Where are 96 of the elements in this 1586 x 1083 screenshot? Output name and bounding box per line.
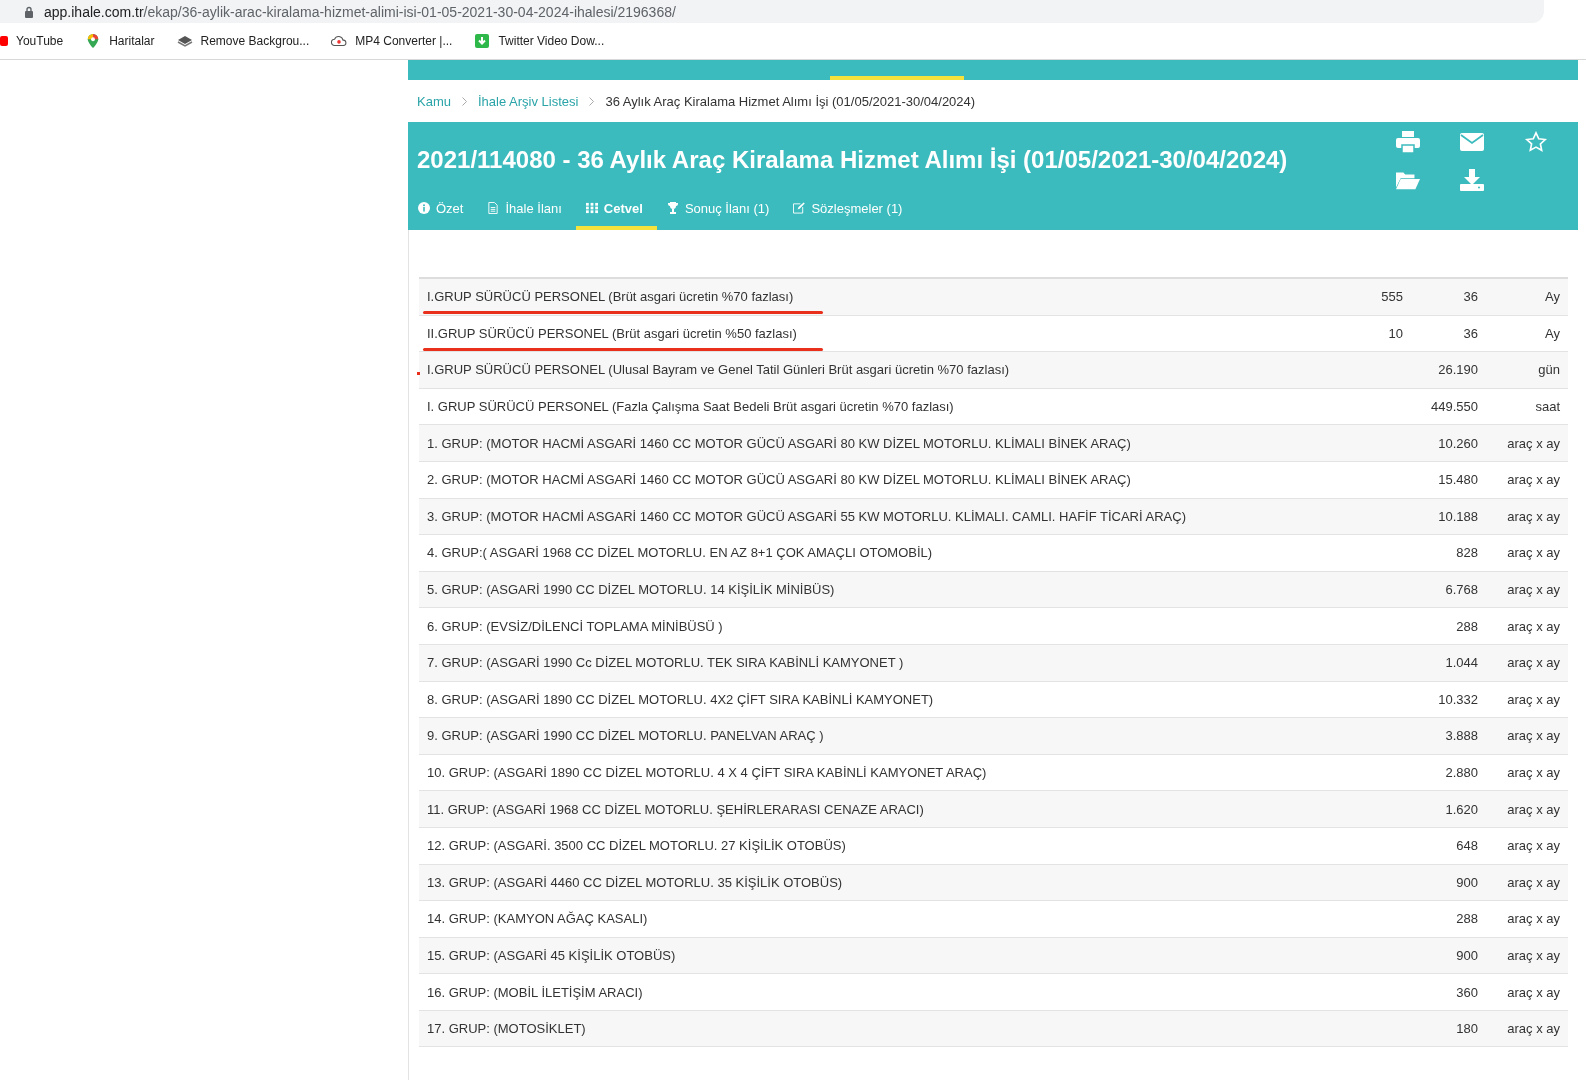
table-cell: 10. GRUP: (ASGARİ 1890 CC DİZEL MOTORLU. 4 X 4 ÇİFT SIRA KABİNLİ KAMYONET ARAÇ) [427, 765, 987, 780]
table-cell: 900 [1456, 874, 1478, 890]
table-cell: 288 [1456, 911, 1478, 927]
table-cell: araç x ay [1507, 728, 1560, 744]
table-cell: saat [1535, 399, 1560, 415]
download-icon [474, 34, 491, 48]
document-icon [487, 202, 500, 214]
table-cell: Ay [1545, 325, 1560, 341]
table-cell: 2.880 [1445, 765, 1478, 780]
table-cell: 1. GRUP: (MOTOR HACMİ ASGARİ 1460 CC MOTOR GÜCÜ ASGARİ 80 KW DİZEL MOTORLU. KLİMALI BİNEK ARAÇ) [427, 435, 1131, 451]
table-cell: araç x ay [1507, 911, 1560, 927]
table-cell: 14. GRUP: (KAMYON AĞAÇ KASALI) [427, 911, 648, 927]
table-cell: I.GRUP SÜRÜCÜ PERSONEL (Brüt asgari ücretin %70 fazlası) [427, 289, 794, 305]
table-cell: 10.332 [1438, 691, 1478, 707]
page-title: 2021/114080 - 36 Aylık Araç Kiralama Hizmet Alımı İşi (01/05/2021-30/04/2024) [417, 145, 1288, 175]
table-cell: 180 [1456, 1021, 1478, 1037]
table-cell: 10.188 [1438, 508, 1478, 524]
table-cell: 900 [1456, 948, 1478, 963]
breadcrumb-link[interactable]: Kamu [417, 93, 451, 109]
trophy-icon [666, 202, 679, 214]
edit-icon [793, 202, 806, 214]
bookmark[interactable]: Haritalar [85, 34, 155, 48]
tab[interactable]: Cetvel [575, 190, 657, 230]
table-cell: araç x ay [1507, 508, 1560, 524]
print-icon [1396, 131, 1420, 153]
table-cell: araç x ay [1507, 655, 1560, 671]
table-cell: araç x ay [1507, 691, 1560, 707]
layers-icon [176, 34, 193, 48]
table-cell: 17. GRUP: (MOTOSİKLET) [427, 1021, 586, 1037]
table-cell: 36 [1463, 325, 1478, 341]
table-cell: araç x ay [1507, 838, 1560, 854]
table-cell: 13. GRUP: (ASGARİ 4460 CC DİZEL MOTORLU. 35 KİŞİLİK OTOBÜS) [427, 874, 843, 890]
table-cell: 3. GRUP: (MOTOR HACMİ ASGARİ 1460 CC MOTOR GÜCÜ ASGARİ 55 KW MOTORLU. KLİMALI. CAMLI. HAFİF TİCARİ ARAÇ) [427, 508, 1186, 524]
table-cell: araç x ay [1507, 545, 1560, 561]
print-button[interactable] [1394, 128, 1422, 156]
table-cell: 9. GRUP: (ASGARİ 1990 CC DİZEL MOTORLU. PANELVAN ARAÇ ) [427, 728, 824, 744]
table-cell: araç x ay [1507, 984, 1560, 1000]
star-icon [1524, 131, 1548, 153]
table-cell: 449.550 [1431, 399, 1478, 415]
table-cell: I. GRUP SÜRÜCÜ PERSONEL (Fazla Çalışma Saat Bedeli Brüt asgari ücretin %70 fazlası) [427, 399, 954, 415]
table-cell: araç x ay [1507, 874, 1560, 890]
table-cell: araç x ay [1507, 472, 1560, 488]
table-cell: 10.260 [1438, 435, 1478, 451]
table-cell: 6. GRUP: (EVSİZ/DİLENCİ TOPLAMA MİNİBÜSÜ ) [427, 618, 723, 634]
table-cell: Ay [1545, 289, 1560, 305]
chevron-icon [589, 96, 595, 106]
bookmark[interactable]: YouTube [0, 34, 64, 48]
table-cell: 828 [1456, 545, 1478, 561]
table-cell: 15. GRUP: (ASGARİ 45 KİŞİLİK OTOBÜS) [427, 948, 676, 963]
table-cell: 26.190 [1438, 362, 1478, 378]
table-cell: 1.044 [1445, 655, 1478, 671]
table-cell: 3.888 [1445, 728, 1478, 744]
table-cell: 15.480 [1438, 472, 1478, 488]
table-cell: araç x ay [1507, 435, 1560, 451]
mail-icon [1460, 131, 1484, 153]
table-cell: 4. GRUP:( ASGARİ 1968 CC DİZEL MOTORLU. EN AZ 8+1 ÇOK AMAÇLI OTOMOBİL) [427, 545, 933, 561]
chevron-icon [461, 96, 467, 106]
tab[interactable]: Sözleşmeler (1) [783, 190, 917, 230]
table-cell: 5. GRUP: (ASGARİ 1990 CC DİZEL MOTORLU. 14 KİŞİLİK MİNİBÜS) [427, 582, 835, 598]
info-icon [418, 202, 430, 214]
download-button[interactable] [1458, 166, 1486, 194]
table-cell: 648 [1456, 838, 1478, 854]
cloud-icon [331, 34, 348, 48]
table-cell: II.GRUP SÜRÜCÜ PERSONEL (Brüt asgari ücretin %50 fazlası) [427, 325, 797, 341]
table-cell: araç x ay [1507, 618, 1560, 634]
table-cell: 288 [1456, 618, 1478, 634]
table-cell: 555 [1381, 289, 1403, 305]
table-cell: araç x ay [1507, 765, 1560, 780]
table-cell: I.GRUP SÜRÜCÜ PERSONEL (Ulusal Bayram ve Genel Tatil Günleri Brüt asgari ücretin %70 fazlası) [427, 362, 1010, 378]
table-cell: araç x ay [1507, 948, 1560, 963]
download-icon [1460, 169, 1484, 191]
tab[interactable]: Sonuç İlanı (1) [656, 190, 784, 230]
table-cell: 360 [1456, 984, 1478, 1000]
breadcrumb-current: 36 Aylık Araç Kiralama Hizmet Alımı İşi (01/05/2021-30/04/2024) [605, 93, 976, 109]
grid-icon [585, 202, 598, 214]
table-cell: araç x ay [1507, 1021, 1560, 1037]
table-cell: 16. GRUP: (MOBİL İLETİŞİM ARACI) [427, 984, 643, 1000]
table-cell: 7. GRUP: (ASGARİ 1990 Cc DİZEL MOTORLU. TEK SIRA KABİNLİ KAMYONET ) [427, 655, 904, 671]
table-cell: 1.620 [1445, 801, 1478, 817]
table-cell: 10 [1388, 325, 1403, 341]
tab[interactable]: İhale İlanı [477, 190, 576, 230]
table-cell: araç x ay [1507, 801, 1560, 817]
breadcrumb-link[interactable]: İhale Arşiv Listesi [477, 93, 579, 109]
table-cell: 2. GRUP: (MOTOR HACMİ ASGARİ 1460 CC MOTOR GÜCÜ ASGARİ 80 KW DİZEL MOTORLU. KLİMALI BİNEK ARAÇ) [427, 472, 1131, 488]
bookmark[interactable]: MP4 Converter |... [331, 34, 453, 48]
lock-icon [24, 5, 34, 18]
table-cell: 12. GRUP: (ASGARİ. 3500 CC DİZEL MOTORLU. 27 KİŞİLİK OTOBÜS) [427, 838, 846, 854]
bookmark[interactable]: Twitter Video Dow... [474, 34, 605, 48]
table-cell: gün [1538, 362, 1560, 378]
table-cell: 6.768 [1445, 582, 1478, 598]
tab[interactable]: Özet [408, 190, 478, 230]
table-cell: 36 [1463, 289, 1478, 305]
table-cell: araç x ay [1507, 582, 1560, 598]
table-cell: 11. GRUP: (ASGARİ 1968 CC DİZEL MOTORLU. ŞEHİRLERARASI CENAZE ARACI) [427, 801, 924, 817]
table-cell: 8. GRUP: (ASGARİ 1890 CC DİZEL MOTORLU. 4X2 ÇİFT SIRA KABİNLİ KAMYONET) [427, 691, 934, 707]
bookmark[interactable]: Remove Backgrou... [176, 34, 310, 48]
